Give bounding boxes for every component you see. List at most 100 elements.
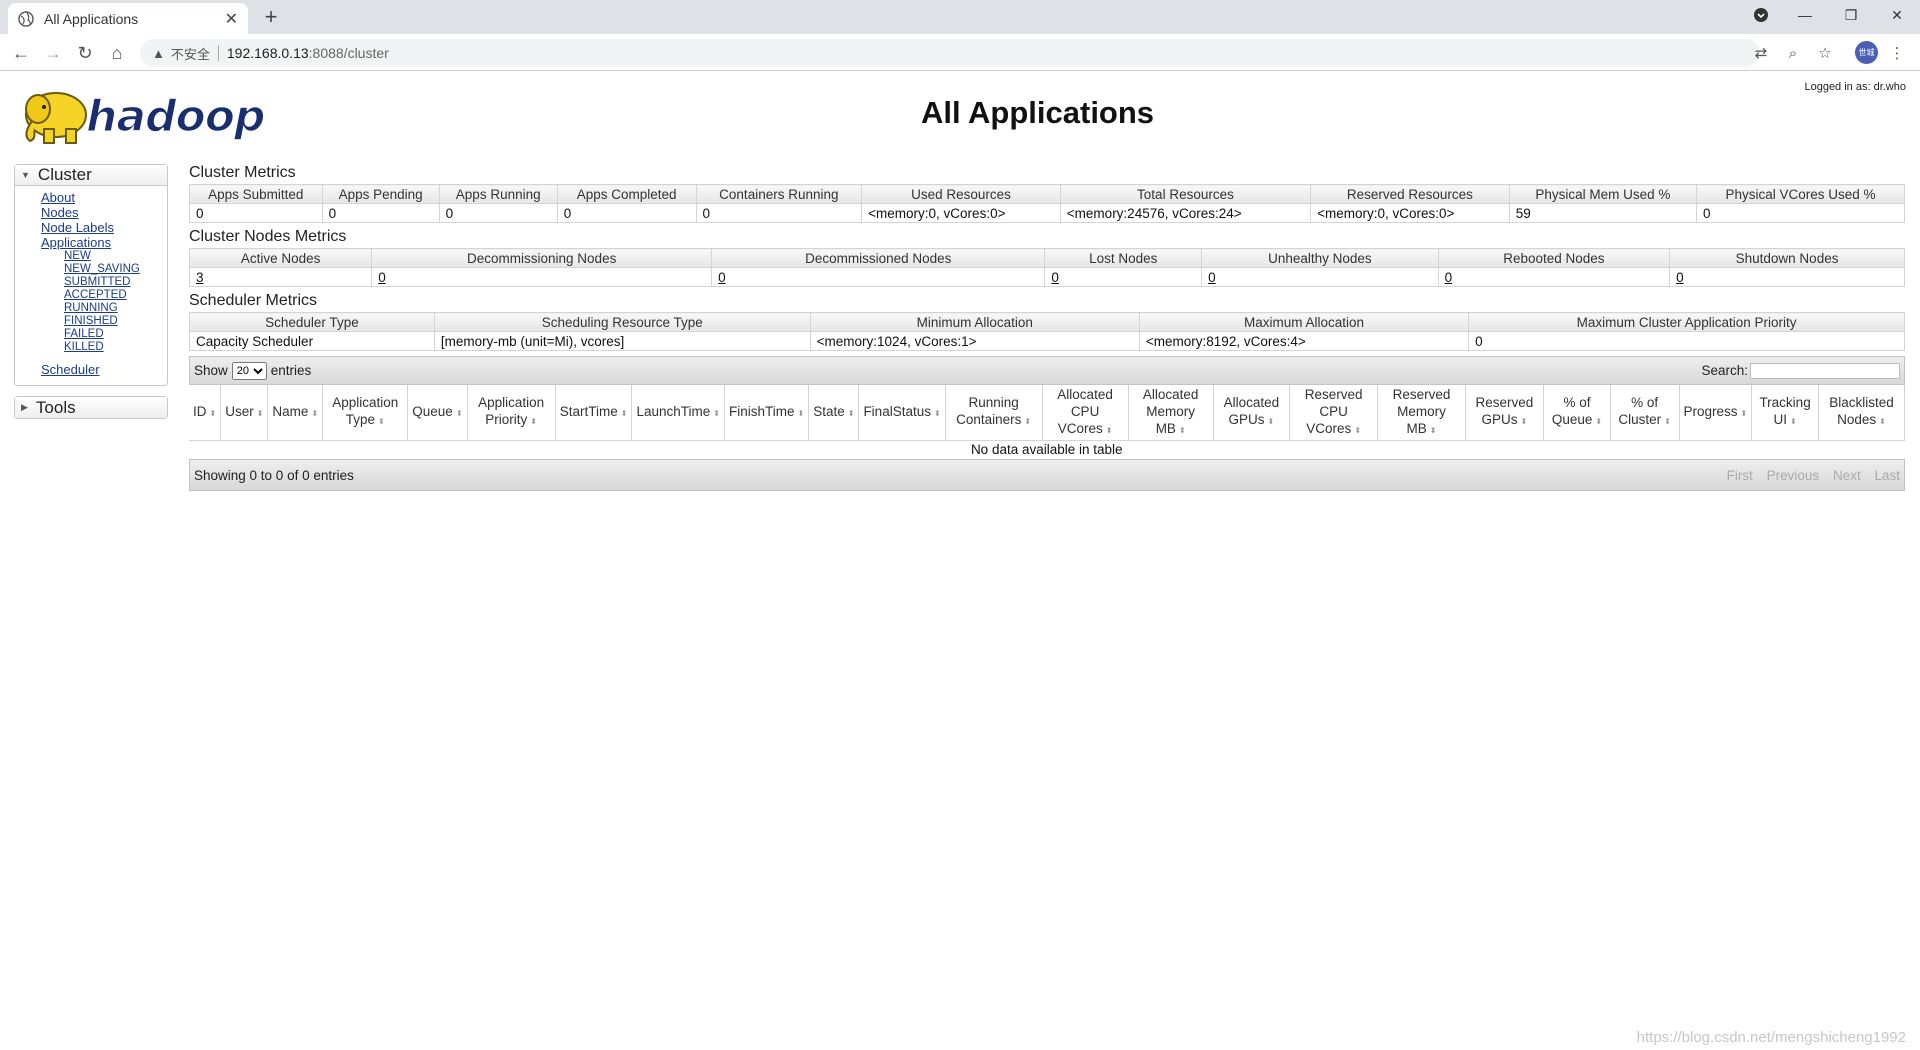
sort-arrows-icon[interactable]: ⬍ [1879, 417, 1886, 426]
column-header[interactable]: Application Type ⬍ [322, 385, 409, 441]
column-header[interactable]: StartTime ⬍ [555, 385, 633, 441]
nav-tools-header[interactable]: ▶ Tools [15, 397, 167, 418]
sort-arrows-icon[interactable]: ⬍ [1521, 417, 1528, 426]
browser-tab[interactable]: All Applications ✕ [8, 3, 248, 34]
restore-icon[interactable]: ❐ [1828, 0, 1874, 30]
column-header[interactable]: Reserved Memory MB ⬍ [1377, 385, 1466, 441]
sort-arrows-icon[interactable]: ⬍ [1267, 417, 1274, 426]
nav-state-accepted[interactable]: ACCEPTED [64, 289, 167, 302]
decommissioning-nodes-link[interactable]: 0 [378, 270, 386, 285]
column-header[interactable]: Reserved CPU VCores ⬍ [1289, 385, 1379, 441]
column-header[interactable]: Tracking UI ⬍ [1751, 385, 1819, 441]
column-header[interactable]: FinishTime ⬍ [724, 385, 810, 441]
column-header[interactable]: Queue ⬍ [407, 385, 468, 441]
minimize-icon[interactable]: — [1782, 0, 1828, 30]
decommissioned-nodes-link[interactable]: 0 [718, 270, 726, 285]
sort-arrows-icon[interactable]: ⬍ [798, 409, 805, 418]
tab-search-icon[interactable] [1738, 0, 1784, 30]
address-bar[interactable]: ▲ 不安全 192.168.0.13:8088/cluster [140, 39, 1760, 67]
column-header[interactable]: Reserved GPUs ⬍ [1465, 385, 1545, 441]
nav-link-about[interactable]: About [41, 190, 167, 205]
zoom-icon[interactable]: ⌕ [1782, 42, 1804, 64]
nav-link-applications[interactable]: Applications [41, 235, 167, 250]
warning-icon[interactable]: ▲ [152, 46, 165, 61]
column-header[interactable]: FinalStatus ⬍ [858, 385, 946, 441]
column-header[interactable]: % of Queue ⬍ [1543, 385, 1611, 441]
column-header[interactable]: Allocated CPU VCores ⬍ [1042, 385, 1129, 441]
sort-arrows-icon[interactable]: ⬍ [1024, 417, 1031, 426]
rebooted-nodes-link[interactable]: 0 [1445, 270, 1453, 285]
sort-arrows-icon[interactable]: ⬍ [1430, 426, 1437, 435]
node-metric-cell: 3 [188, 267, 373, 287]
sort-arrows-icon[interactable]: ⬍ [530, 417, 537, 426]
sort-arrows-icon[interactable]: ⬍ [848, 409, 855, 418]
nav-state-new[interactable]: NEW [64, 250, 167, 263]
sort-arrows-icon[interactable]: ⬍ [1354, 426, 1361, 435]
sort-arrows-icon[interactable]: ⬍ [1179, 426, 1186, 435]
nav-state-submitted[interactable]: SUBMITTED [64, 276, 167, 289]
column-header[interactable]: State ⬍ [808, 385, 860, 441]
tab-title: All Applications [44, 10, 139, 27]
column-header[interactable]: Blacklisted Nodes ⬍ [1818, 385, 1906, 441]
column-header[interactable]: ID ⬍ [189, 385, 222, 441]
nav-state-new-saving[interactable]: NEW_SAVING [64, 263, 167, 276]
sort-arrows-icon[interactable]: ⬍ [713, 409, 720, 418]
column-header-label: Running Containers [956, 395, 1022, 428]
close-window-icon[interactable]: ✕ [1874, 0, 1920, 30]
forward-icon[interactable]: → [40, 40, 66, 66]
sort-arrows-icon[interactable]: ⬍ [378, 417, 385, 426]
column-header[interactable]: User ⬍ [220, 385, 269, 441]
pager-first[interactable]: First [1727, 468, 1753, 483]
reload-icon[interactable]: ↻ [72, 40, 98, 66]
menu-kebab-icon[interactable]: ⋮ [1886, 42, 1908, 64]
nav-state-running[interactable]: RUNNING [64, 302, 167, 315]
sort-arrows-icon[interactable]: ⬍ [1790, 417, 1797, 426]
lost-nodes-link[interactable]: 0 [1051, 270, 1059, 285]
sort-arrows-icon[interactable]: ⬍ [1595, 417, 1602, 426]
nav-link-nodes[interactable]: Nodes [41, 205, 167, 220]
unhealthy-nodes-link[interactable]: 0 [1208, 270, 1216, 285]
pager-last[interactable]: Last [1874, 468, 1900, 483]
search-input[interactable] [1750, 362, 1900, 379]
column-header[interactable]: Name ⬍ [267, 385, 324, 441]
sort-arrows-icon[interactable]: ⬍ [1664, 417, 1671, 426]
column-header[interactable]: Progress ⬍ [1679, 385, 1753, 441]
pager-previous[interactable]: Previous [1767, 468, 1820, 483]
column-header-label: State [813, 403, 845, 419]
pager-next[interactable]: Next [1833, 468, 1861, 483]
bookmark-star-icon[interactable]: ☆ [1814, 42, 1836, 64]
column-header[interactable]: Application Priority ⬍ [467, 385, 556, 441]
sort-arrows-icon[interactable]: ⬍ [934, 409, 941, 418]
insecure-label[interactable]: 不安全 [171, 44, 210, 63]
sort-arrows-icon[interactable]: ⬍ [311, 409, 318, 418]
column-header[interactable]: LaunchTime ⬍ [631, 385, 725, 441]
column-header[interactable]: Allocated GPUs ⬍ [1213, 385, 1290, 441]
metric-value: 0 [189, 203, 323, 223]
translate-icon[interactable]: ⇄ [1750, 42, 1772, 64]
sort-arrows-icon[interactable]: ⬍ [621, 409, 628, 418]
metric-header: Containers Running [695, 184, 863, 204]
nav-cluster-header[interactable]: ▼ Cluster [15, 165, 167, 186]
column-header[interactable]: % of Cluster ⬍ [1610, 385, 1680, 441]
nav-state-finished[interactable]: FINISHED [64, 315, 167, 328]
home-icon[interactable]: ⌂ [104, 40, 130, 66]
profile-avatar[interactable]: 世城 [1855, 41, 1878, 64]
active-nodes-link[interactable]: 3 [196, 270, 204, 285]
entries-select[interactable]: 20 [231, 361, 267, 380]
nav-link-node-labels[interactable]: Node Labels [41, 220, 167, 235]
shutdown-nodes-link[interactable]: 0 [1676, 270, 1684, 285]
close-tab-icon[interactable]: ✕ [225, 9, 238, 29]
nav-state-killed[interactable]: KILLED [64, 341, 167, 354]
node-metric-header: Active Nodes [188, 248, 373, 268]
nav-link-scheduler[interactable]: Scheduler [41, 362, 167, 377]
column-header[interactable]: Running Containers ⬍ [945, 385, 1043, 441]
sort-arrows-icon[interactable]: ⬍ [1741, 409, 1748, 418]
back-icon[interactable]: ← [8, 40, 34, 66]
new-tab-button[interactable]: + [258, 4, 284, 30]
sort-arrows-icon[interactable]: ⬍ [257, 409, 264, 418]
sort-arrows-icon[interactable]: ⬍ [456, 409, 463, 418]
column-header[interactable]: Allocated Memory MB ⬍ [1128, 385, 1214, 441]
sort-arrows-icon[interactable]: ⬍ [210, 409, 217, 418]
nav-state-failed[interactable]: FAILED [64, 328, 167, 341]
sort-arrows-icon[interactable]: ⬍ [1106, 426, 1113, 435]
